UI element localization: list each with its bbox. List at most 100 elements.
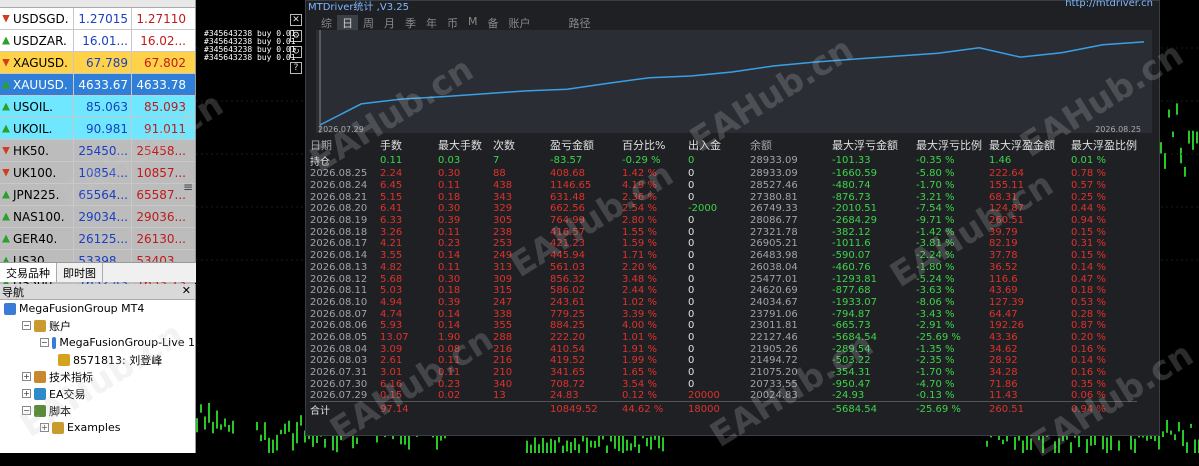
table-row: 2026.08.18 3.26 0.11 238 416.57 1.55 % 0 27321.… — [310, 226, 1137, 238]
table-cell: -9.71 % — [916, 215, 955, 227]
order-label: #345643238 buy 0.01 — [204, 53, 296, 62]
market-row[interactable]: UK100. 10854... 10857... — [0, 161, 195, 184]
candle — [1184, 166, 1186, 177]
table-cell: 0.39 — [438, 215, 461, 227]
navigator-item[interactable]: − MegaFusionGroup-Live 1 — [0, 334, 195, 351]
period-menu-item[interactable]: 月 — [379, 15, 400, 31]
tree-node-icon — [34, 370, 46, 383]
expand-icon[interactable]: − — [40, 338, 49, 347]
close-icon[interactable]: ✕ — [182, 284, 191, 297]
table-cell: 24034.67 — [750, 296, 798, 308]
equity-curve-line — [319, 30, 1145, 133]
panel-url-link[interactable]: http://mtdriver.cn — [1065, 0, 1153, 9]
table-cell: 0.39 — [438, 296, 461, 308]
candle — [562, 445, 564, 460]
market-row[interactable]: UKOIL. 90.981 91.011 — [0, 117, 195, 140]
market-row[interactable]: USDSGD. 1.27015 1.27110 — [0, 7, 195, 30]
table-cell: 23011.81 — [750, 320, 798, 332]
navigator-item-label: EA交易 — [49, 387, 86, 401]
table-cell: -1.80 % — [916, 261, 955, 273]
period-menu-item[interactable]: 综 — [316, 15, 337, 31]
period-menu-item[interactable]: 年 — [421, 15, 442, 31]
equity-curve — [316, 30, 1152, 133]
table-cell: 5.93 — [380, 320, 403, 332]
period-menu-item[interactable]: 币 — [442, 15, 463, 31]
candle — [638, 444, 640, 459]
period-menu-item[interactable]: 备 — [483, 15, 504, 31]
period-menu-item[interactable]: 季 — [400, 15, 421, 31]
expand-icon[interactable]: + — [40, 423, 49, 432]
table-cell: 0.16 % — [1071, 343, 1106, 355]
tree-node-icon — [4, 302, 16, 315]
market-row[interactable]: XAGUSD. 67.789 67.802 — [0, 51, 195, 74]
expand-icon[interactable]: + — [22, 389, 31, 398]
table-cell: 13.07 — [380, 331, 409, 343]
navigator-item[interactable]: + Examples — [0, 419, 195, 436]
candle — [232, 420, 234, 434]
market-symbol: USDZAR. — [0, 34, 73, 48]
expand-icon[interactable]: − — [22, 406, 31, 415]
candle — [1118, 440, 1120, 451]
table-cell: 0.94 % — [1071, 215, 1106, 227]
candle — [264, 422, 266, 440]
table-cell: 4.94 — [380, 296, 403, 308]
candle — [212, 421, 214, 434]
navigator-item[interactable]: + 技术指标 — [0, 368, 195, 385]
table-cell: 155.11 — [989, 180, 1024, 192]
period-menu-item[interactable]: 日 — [337, 15, 358, 31]
navigator-item[interactable]: − 账户 — [0, 317, 195, 334]
navigator-item[interactable]: MegaFusionGroup MT4 — [0, 300, 195, 317]
table-cell: 2026.07.29 — [310, 390, 368, 402]
tab-tick-chart[interactable]: 即时图 — [57, 263, 103, 282]
help-icon[interactable]: ? — [290, 62, 302, 74]
period-menu-item[interactable]: M — [463, 15, 483, 31]
column-header: 最大浮盈比例 — [1071, 139, 1137, 152]
expand-icon[interactable]: + — [22, 372, 31, 381]
candle — [650, 436, 652, 450]
table-cell: 421.23 — [550, 238, 585, 250]
table-cell: 持仓 — [310, 157, 330, 168]
tab-symbols[interactable]: 交易品种 — [0, 263, 57, 282]
column-header: 次数 — [493, 139, 515, 152]
period-menu-item[interactable]: 周 — [358, 15, 379, 31]
table-cell: -8.06 % — [916, 296, 955, 308]
market-row[interactable]: NAS100. 29034... 29036... — [0, 205, 195, 228]
candle — [566, 440, 568, 452]
table-cell: 2026.08.13 — [310, 261, 368, 273]
period-menu-item[interactable]: 路径 — [564, 15, 596, 31]
candle — [1160, 142, 1162, 154]
arrow-down-icon — [2, 58, 10, 67]
table-row: 2026.08.10 4.94 0.39 247 243.61 1.02 % 0 24034.… — [310, 297, 1137, 309]
column-header: 最大浮亏金额 — [832, 139, 898, 152]
market-row[interactable]: HK50. 25450... 25458... — [0, 139, 195, 162]
market-row[interactable]: GER40. 26125... 26130... — [0, 227, 195, 250]
arrow-up-icon — [2, 80, 10, 89]
table-cell: 309 — [493, 273, 513, 285]
close-icon[interactable]: ✕ — [290, 14, 302, 26]
expand-icon[interactable]: − — [22, 321, 31, 330]
arrow-up-icon — [2, 234, 10, 243]
table-cell: 0.20 % — [1071, 331, 1106, 343]
market-symbol: UK100. — [0, 166, 73, 180]
table-cell: 6.16 — [380, 378, 403, 390]
candle — [220, 424, 222, 430]
period-menu-item[interactable] — [536, 15, 564, 31]
market-row[interactable]: XAUUSD. 4633.67 4633.78 — [0, 73, 195, 96]
navigator-item[interactable]: + EA交易 — [0, 385, 195, 402]
market-row[interactable]: USOIL. 85.063 85.093 — [0, 95, 195, 118]
navigator-item[interactable]: 8571813: 刘登峰 — [0, 351, 195, 368]
market-row[interactable]: JPN225. 65564... 65587... — [0, 183, 195, 206]
scroll-grip-icon[interactable]: ≡ — [183, 180, 193, 194]
table-cell: 0.11 — [380, 155, 403, 166]
period-menu-item[interactable]: 账户 — [504, 15, 536, 31]
market-row[interactable]: USDZAR. 16.01... 16.02... — [0, 29, 195, 52]
symbol-name: USOIL. — [13, 99, 53, 114]
table-cell: 26483.98 — [750, 250, 798, 262]
navigator-item[interactable]: − 脚本 — [0, 402, 195, 419]
ask-price: 85.093 — [131, 95, 189, 118]
table-cell: 0 — [688, 308, 695, 320]
table-cell: 355 — [493, 320, 513, 332]
table-cell: 0.02 — [438, 390, 461, 402]
column-header: 余额 — [750, 139, 772, 152]
table-cell: 88 — [493, 168, 506, 180]
